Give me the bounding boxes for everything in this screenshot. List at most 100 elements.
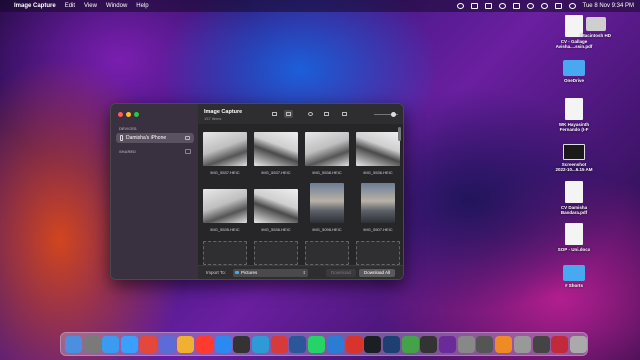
status-dot-icon[interactable] xyxy=(498,3,506,9)
photo-thumbnail xyxy=(361,183,395,223)
dock-app-icon[interactable] xyxy=(102,336,120,353)
battery-icon[interactable] xyxy=(512,3,520,9)
photo-item[interactable]: IMG_5098.HEIC xyxy=(303,183,351,232)
dock-app-icon[interactable] xyxy=(382,336,400,353)
import-bar: Import To: Pictures ⇕ Download Download … xyxy=(198,265,403,279)
rotate-button[interactable] xyxy=(306,110,315,118)
menu-view[interactable]: View xyxy=(84,3,97,9)
photo-placeholder[interactable] xyxy=(201,241,249,265)
window-title: Image Capture xyxy=(204,109,243,115)
dock-app-icon[interactable] xyxy=(345,336,363,353)
dock-app-icon[interactable] xyxy=(121,336,139,353)
dock-app-icon[interactable] xyxy=(158,336,176,353)
loading-thumbnail xyxy=(356,241,400,265)
dock-app-icon[interactable] xyxy=(214,336,232,353)
loading-thumbnail xyxy=(254,241,298,265)
sidebar-item-iphone[interactable]: Damisha's iPhone xyxy=(116,133,194,143)
dock-app-icon[interactable] xyxy=(195,336,213,353)
desktop-file-wk-hayasinth[interactable]: WK Hayasinth Fernando (I-F xyxy=(552,98,596,132)
more-icon xyxy=(342,112,347,116)
dock-app-icon[interactable] xyxy=(65,336,82,353)
import-destination-select[interactable]: Pictures ⇕ xyxy=(233,269,308,277)
desktop-file-cv-damisha[interactable]: CV Damisha Bandara.pdf xyxy=(552,181,596,215)
dock-app-icon[interactable] xyxy=(420,336,438,353)
dock-app-icon[interactable] xyxy=(513,336,531,353)
photo-item[interactable]: IMG_5536.HEIC xyxy=(252,189,300,232)
desktop-file-screenshot[interactable]: Screenshot 2022-10...6.15 AM xyxy=(552,144,596,172)
dock-app-icon[interactable] xyxy=(364,336,382,353)
status-area: Tue 8 Nov 9:34 PM xyxy=(456,3,634,9)
scrollbar[interactable] xyxy=(398,127,401,141)
delete-button[interactable] xyxy=(322,110,331,118)
hard-drive-icon xyxy=(586,17,606,31)
clock[interactable]: Tue 8 Nov 9:34 PM xyxy=(583,3,634,9)
dock-app-icon[interactable] xyxy=(326,336,344,353)
siri-icon[interactable] xyxy=(568,3,576,9)
desktop-folder-onedrive[interactable]: OneDrive xyxy=(552,60,596,83)
dock-app-icon[interactable] xyxy=(308,336,326,353)
desktop-drive-macintosh-hd[interactable]: Macintosh HD xyxy=(574,17,618,38)
dock-app-icon[interactable] xyxy=(233,336,251,353)
dock-app-icon[interactable] xyxy=(439,336,456,353)
sidebar: DEVICES Damisha's iPhone SHARED xyxy=(111,104,198,279)
window-subtitle: 157 items xyxy=(204,116,222,121)
desktop-folder-shorts[interactable]: # Shorts xyxy=(552,265,596,288)
photo-grid: IMG_5537.HEIC IMG_5537.HEIC IMG_5538.HEI… xyxy=(198,129,403,265)
dock-app-icon[interactable] xyxy=(139,336,157,353)
desktop-file-sop[interactable]: SOP - Uni.docx xyxy=(552,223,596,252)
dock-app-icon[interactable] xyxy=(401,336,419,353)
folder-icon xyxy=(563,60,585,76)
photo-thumbnail xyxy=(356,132,400,166)
grid-view-button[interactable] xyxy=(284,110,293,118)
list-view-button[interactable] xyxy=(270,110,279,118)
photo-item[interactable]: IMG_5538.HEIC xyxy=(303,132,351,175)
dock-app-icon[interactable] xyxy=(289,336,307,353)
rotate-icon xyxy=(308,112,313,116)
menu-window[interactable]: Window xyxy=(106,3,127,9)
slider-knob[interactable] xyxy=(391,112,396,117)
import-to-label: Import To: xyxy=(206,270,226,275)
photo-item[interactable]: IMG_5537.HEIC xyxy=(252,132,300,175)
more-button[interactable] xyxy=(340,110,349,118)
photo-item[interactable]: IMG_5535.HEIC xyxy=(201,189,249,232)
import-destination-value: Pictures xyxy=(241,270,258,275)
photo-placeholder[interactable] xyxy=(252,241,300,265)
status-circle-icon[interactable] xyxy=(456,3,464,9)
photo-item[interactable]: IMG_5536.HEIC xyxy=(354,132,402,175)
photo-thumbnail xyxy=(254,189,298,223)
dock-app-icon[interactable] xyxy=(83,336,101,353)
minimize-button[interactable] xyxy=(126,112,131,117)
search-icon[interactable] xyxy=(540,3,548,9)
menu-help[interactable]: Help xyxy=(136,3,148,9)
dock-app-icon[interactable] xyxy=(551,336,569,353)
photo-placeholder[interactable] xyxy=(303,241,351,265)
dock-app-icon[interactable] xyxy=(495,336,513,353)
photo-placeholder[interactable] xyxy=(354,241,402,265)
image-capture-window: DEVICES Damisha's iPhone SHARED Image Ca… xyxy=(110,103,404,280)
grid-icon xyxy=(286,112,291,116)
status-window-icon[interactable] xyxy=(484,3,492,9)
dock-app-icon[interactable] xyxy=(177,336,195,353)
photo-item[interactable]: IMG_5507.HEIC xyxy=(354,183,402,232)
close-button[interactable] xyxy=(118,112,123,117)
shared-toggle-icon[interactable] xyxy=(185,149,191,154)
dock-app-icon[interactable] xyxy=(457,336,475,353)
control-center-icon[interactable] xyxy=(554,3,562,9)
status-box-icon[interactable] xyxy=(470,3,478,9)
dock-app-icon[interactable] xyxy=(476,336,494,353)
download-all-button[interactable]: Download All xyxy=(359,269,395,277)
dock-app-icon[interactable] xyxy=(252,336,269,353)
titlebar: Image Capture 157 items xyxy=(198,104,403,124)
dock-app-icon[interactable] xyxy=(532,336,550,353)
wifi-icon[interactable] xyxy=(526,3,534,9)
dock-app-icon[interactable] xyxy=(569,336,587,353)
photo-item[interactable]: IMG_5537.HEIC xyxy=(201,132,249,175)
download-button[interactable]: Download xyxy=(326,269,356,277)
dock-app-icon[interactable] xyxy=(270,336,288,353)
menu-app-name[interactable]: Image Capture xyxy=(14,3,56,9)
loading-thumbnail xyxy=(305,241,349,265)
trash-icon xyxy=(324,112,329,116)
eject-icon[interactable] xyxy=(185,136,190,140)
zoom-button[interactable] xyxy=(134,112,139,117)
menu-edit[interactable]: Edit xyxy=(65,3,75,9)
